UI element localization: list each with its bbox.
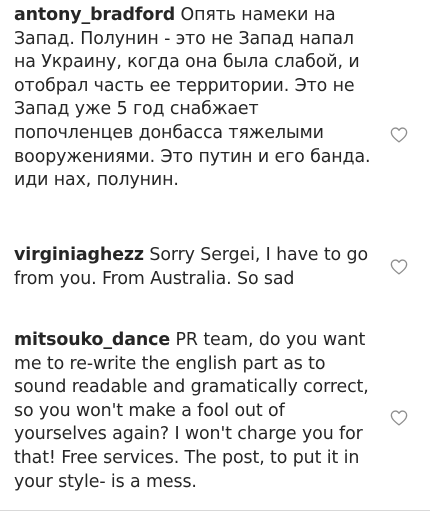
comment-username[interactable]: antony_bradford — [14, 5, 175, 25]
comment-text: PR team, do you want me to re-write the … — [14, 330, 369, 492]
comment-username[interactable]: virginiaghezz — [14, 245, 144, 265]
like-heart-icon[interactable] — [390, 127, 408, 143]
comment-item: antony_bradford Опять намеки на Запад. П… — [14, 4, 374, 193]
comment-username[interactable]: mitsouko_dance — [14, 330, 170, 350]
like-heart-icon[interactable] — [390, 410, 408, 426]
like-heart-icon[interactable] — [390, 259, 408, 275]
comment-item: virginiaghezz Sorry Sergei, I have to go… — [14, 244, 374, 291]
comment-item: mitsouko_dance PR team, do you want me t… — [14, 329, 374, 494]
comment-text: Опять намеки на Запад. Полунин - это не … — [14, 5, 371, 191]
divider-line — [0, 510, 430, 511]
